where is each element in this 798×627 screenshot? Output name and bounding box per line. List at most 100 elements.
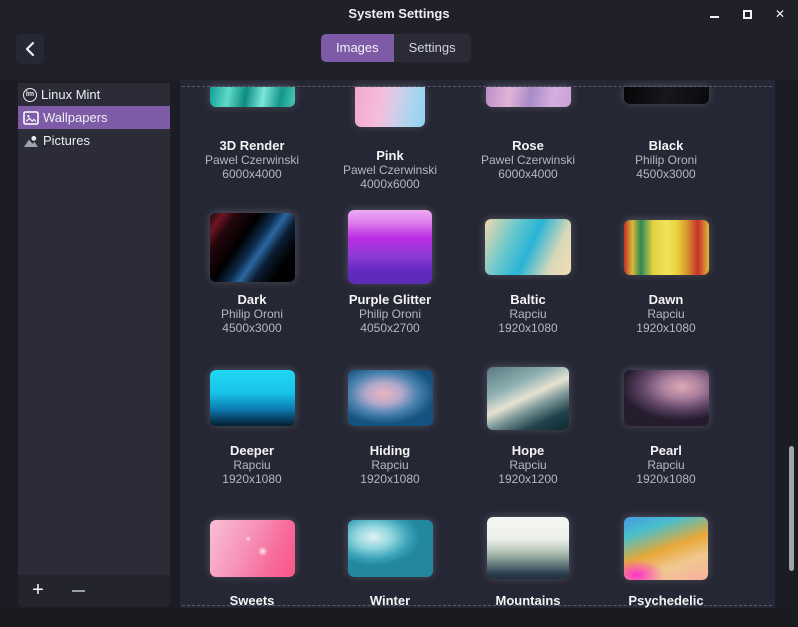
thumbnail-zone: [210, 87, 295, 131]
wallpaper-item[interactable]: Mountains: [459, 510, 597, 608]
wallpaper-thumbnail[interactable]: [210, 87, 295, 107]
wallpaper-item[interactable]: Purple GlitterPhilip Oroni4050x2700: [321, 209, 459, 360]
sidebar-item-wallpapers[interactable]: Wallpapers: [18, 106, 170, 129]
thumbnail-zone: [348, 510, 433, 586]
minimize-button[interactable]: [706, 6, 722, 22]
wallpaper-thumbnail[interactable]: [210, 213, 295, 282]
wallpaper-item[interactable]: BalticRapciu1920x1080: [459, 209, 597, 360]
wallpaper-row: DarkPhilip Oroni4500x3000Purple GlitterP…: [183, 209, 735, 360]
wallpaper-item[interactable]: BlackPhilip Oroni4500x3000: [597, 80, 735, 209]
source-list: lm Linux Mint Wallpapers Pictures: [18, 83, 170, 575]
wallpaper-grid-viewport: 3D RenderPawel Czerwinski6000x4000PinkPa…: [180, 80, 775, 608]
minimize-icon: [710, 16, 719, 18]
wallpaper-row: DeeperRapciu1920x1080HidingRapciu1920x10…: [183, 360, 735, 510]
thumbnail-zone: [355, 87, 425, 141]
wallpaper-thumbnail[interactable]: [487, 517, 569, 579]
wallpaper-resolution: 1920x1080: [636, 321, 695, 335]
wallpaper-author: Rapciu: [509, 307, 546, 321]
wallpaper-thumbnail[interactable]: [348, 210, 432, 284]
view-tabs: Images Settings: [321, 34, 471, 62]
thumbnail-zone: [210, 360, 295, 436]
thumbnail-zone: [624, 510, 708, 586]
wallpaper-resolution: 1920x1200: [498, 472, 557, 486]
sidebar-item-linux-mint[interactable]: lm Linux Mint: [18, 83, 170, 106]
sidebar-item-label: Pictures: [43, 133, 90, 148]
wallpaper-resolution: 1920x1080: [498, 321, 557, 335]
wallpaper-resolution: 4500x3000: [636, 167, 695, 181]
wallpaper-name: Dawn: [649, 292, 684, 307]
wallpaper-thumbnail[interactable]: [624, 517, 708, 580]
wallpaper-name: Deeper: [230, 443, 274, 458]
wallpaper-author: Rapciu: [371, 458, 408, 472]
wallpaper-row: SweetsWinterMountainsPsychedelic: [183, 510, 735, 608]
wallpaper-resolution: 1920x1080: [636, 472, 695, 486]
wallpaper-author: Rapciu: [647, 458, 684, 472]
wallpaper-item[interactable]: RosePawel Czerwinski6000x4000: [459, 80, 597, 209]
wallpaper-resolution: 6000x4000: [222, 167, 281, 181]
wallpaper-item[interactable]: PinkPawel Czerwinski4000x6000: [321, 80, 459, 209]
chevron-left-icon: [23, 41, 37, 57]
wallpaper-item[interactable]: HopeRapciu1920x1200: [459, 360, 597, 510]
wallpaper-item[interactable]: DawnRapciu1920x1080: [597, 209, 735, 360]
wallpaper-thumbnail[interactable]: [348, 520, 433, 577]
sidebar-toolbar: +: [18, 575, 170, 607]
titlebar: System Settings ✕: [0, 0, 798, 28]
wallpaper-thumbnail[interactable]: [624, 370, 709, 426]
wallpaper-item[interactable]: Winter: [321, 510, 459, 608]
wallpaper-author: Philip Oroni: [221, 307, 283, 321]
thumbnail-zone: [624, 87, 709, 131]
window-title: System Settings: [0, 0, 798, 28]
wallpaper-name: Rose: [512, 138, 544, 153]
wallpaper-thumbnail[interactable]: [487, 367, 569, 430]
wallpaper-item[interactable]: PearlRapciu1920x1080: [597, 360, 735, 510]
maximize-button[interactable]: [739, 6, 755, 22]
sidebar-item-pictures[interactable]: Pictures: [18, 129, 170, 152]
wallpaper-author: Philip Oroni: [635, 153, 697, 167]
vertical-scrollbar[interactable]: [789, 446, 794, 571]
linuxmint-logo-icon: lm: [23, 88, 37, 102]
wallpaper-item[interactable]: 3D RenderPawel Czerwinski6000x4000: [183, 80, 321, 209]
headerbar: Images Settings: [0, 28, 798, 80]
sidebar: lm Linux Mint Wallpapers Pictures: [18, 83, 170, 607]
wallpaper-thumbnail[interactable]: [210, 520, 295, 577]
wallpaper-thumbnail[interactable]: [485, 219, 571, 275]
wallpaper-author: Philip Oroni: [359, 307, 421, 321]
thumbnail-zone: [210, 510, 295, 586]
wallpaper-item[interactable]: Psychedelic: [597, 510, 735, 608]
wallpaper-resolution: 6000x4000: [498, 167, 557, 181]
wallpaper-thumbnail[interactable]: [210, 370, 295, 426]
wallpaper-name: Pearl: [650, 443, 682, 458]
wallpaper-author: Rapciu: [509, 458, 546, 472]
minus-icon: [72, 590, 85, 592]
sidebar-item-label: Wallpapers: [43, 110, 108, 125]
wallpaper-thumbnail[interactable]: [624, 87, 709, 104]
wallpaper-resolution: 4500x3000: [222, 321, 281, 335]
wallpaper-thumbnail[interactable]: [348, 370, 433, 426]
close-button[interactable]: ✕: [772, 6, 788, 22]
wallpaper-item[interactable]: HidingRapciu1920x1080: [321, 360, 459, 510]
thumbnail-zone: [485, 209, 571, 285]
wallpaper-thumbnail[interactable]: [355, 87, 425, 127]
wallpaper-item[interactable]: Sweets: [183, 510, 321, 608]
wallpaper-author: Rapciu: [233, 458, 270, 472]
add-folder-button[interactable]: +: [18, 575, 58, 607]
thumbnail-zone: [210, 209, 295, 285]
wallpaper-name: 3D Render: [219, 138, 284, 153]
wallpapers-icon: [23, 111, 39, 125]
wallpaper-resolution: 4050x2700: [360, 321, 419, 335]
wallpaper-author: Pawel Czerwinski: [343, 163, 437, 177]
back-button[interactable]: [16, 34, 44, 64]
wallpaper-item[interactable]: DeeperRapciu1920x1080: [183, 360, 321, 510]
wallpaper-name: Hope: [512, 443, 545, 458]
window-bottom-edge: [0, 608, 798, 627]
wallpaper-author: Pawel Czerwinski: [481, 153, 575, 167]
scroll-edge-indicator-top: [182, 86, 772, 87]
tab-settings[interactable]: Settings: [394, 34, 471, 62]
wallpaper-thumbnail[interactable]: [486, 87, 571, 107]
remove-folder-button[interactable]: [58, 575, 98, 607]
tab-images[interactable]: Images: [321, 34, 394, 62]
wallpaper-item[interactable]: DarkPhilip Oroni4500x3000: [183, 209, 321, 360]
wallpaper-thumbnail[interactable]: [624, 220, 709, 275]
wallpaper-author: Rapciu: [647, 307, 684, 321]
thumbnail-zone: [624, 360, 709, 436]
